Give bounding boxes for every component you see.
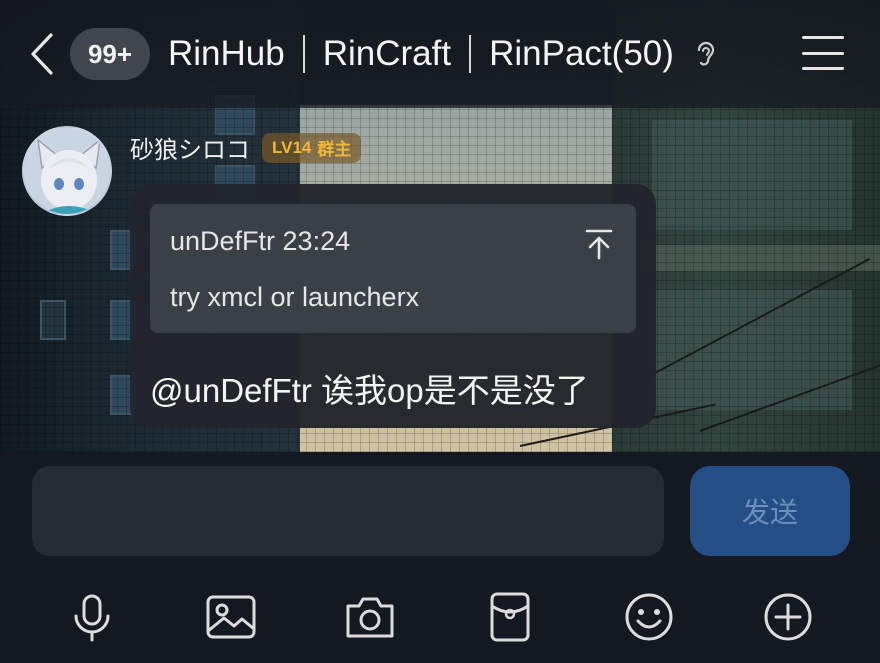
plus-icon[interactable] — [758, 587, 818, 647]
level-text: LV14 — [272, 137, 312, 157]
message-sender: 砂狼シロコ LV14 群主 — [130, 130, 362, 165]
chat-title-part: RinPact(50) — [489, 34, 674, 73]
send-button[interactable]: 发送 — [690, 466, 850, 556]
emoji-icon[interactable] — [619, 587, 679, 647]
title-separator — [302, 35, 305, 73]
input-toolbar — [0, 570, 880, 663]
level-badge: LV14 群主 — [262, 132, 362, 163]
chat-title-part: RinCraft — [322, 34, 452, 73]
earpiece-mode-icon[interactable] — [692, 34, 720, 74]
chat-title-part: RinHub — [168, 34, 285, 73]
message-text: @unDefFtr 诶我op是不是没了 — [150, 372, 589, 409]
role-text: 群主 — [317, 140, 352, 159]
composer: 发送 — [0, 452, 880, 570]
quote-author-time: unDefFtr 23:24 — [170, 226, 351, 256]
chat-header: 99+ RinHub RinCraft RinPact(50) — [0, 0, 880, 108]
quote-text: try xmcl or launcherx — [170, 282, 420, 312]
title-separator — [469, 35, 472, 73]
camera-icon[interactable] — [340, 587, 400, 647]
image-icon[interactable] — [201, 587, 261, 647]
chat-title[interactable]: RinHub RinCraft RinPact(50) — [168, 34, 674, 74]
menu-icon[interactable] — [802, 36, 844, 70]
quoted-reply[interactable]: unDefFtr 23:24 try xmcl or launcherx — [150, 204, 636, 333]
message-input[interactable] — [32, 466, 664, 556]
unread-count-badge[interactable]: 99+ — [70, 28, 150, 80]
avatar[interactable] — [22, 126, 112, 216]
red-packet-icon[interactable] — [480, 587, 540, 647]
sender-name[interactable]: 砂狼シロコ — [130, 130, 250, 165]
microphone-icon[interactable] — [62, 587, 122, 647]
back-button[interactable] — [22, 24, 62, 84]
chevron-left-icon — [31, 33, 53, 75]
jump-to-original-icon[interactable] — [584, 228, 614, 260]
message-bubble[interactable]: unDefFtr 23:24 try xmcl or launcherx @un… — [130, 184, 656, 428]
